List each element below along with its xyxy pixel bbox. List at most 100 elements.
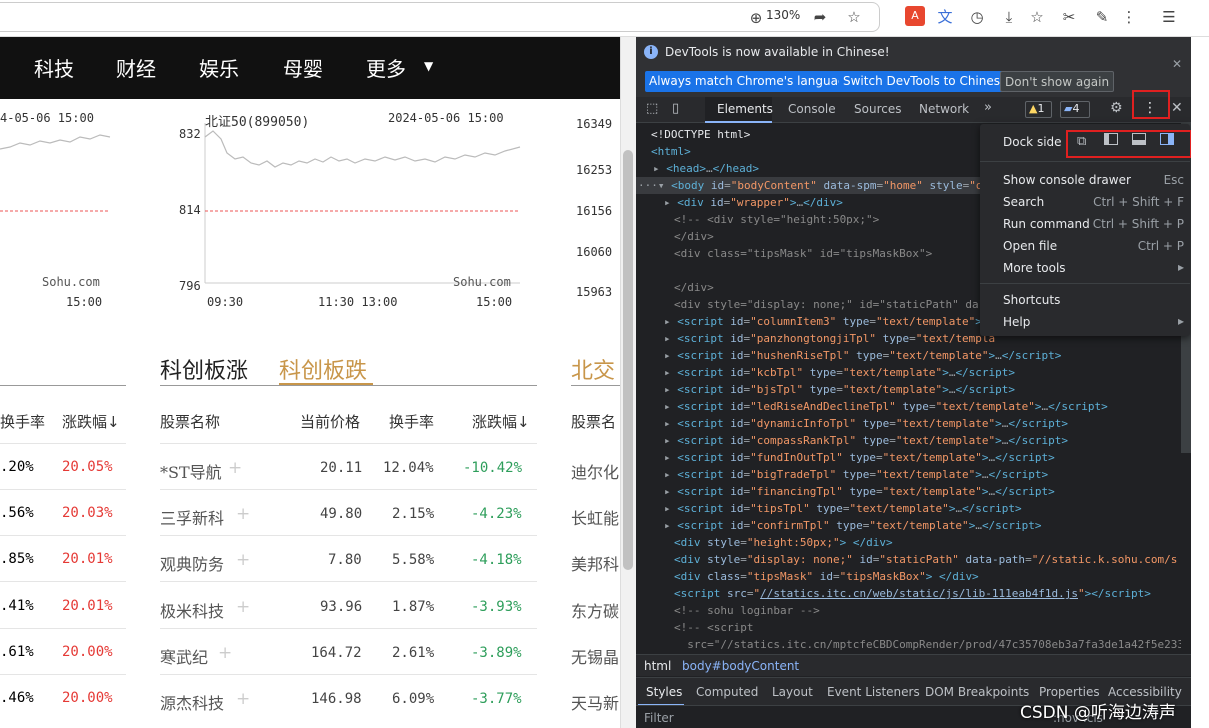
dom-line[interactable]: ▸ <script id="fundInOutTpl" type="text/t… bbox=[636, 449, 1055, 466]
menu-open-file[interactable]: Open file bbox=[1003, 239, 1057, 253]
translate-icon[interactable]: 文 bbox=[933, 5, 957, 29]
column-header-turnover[interactable]: 换手率 bbox=[389, 411, 434, 432]
tab-styles-label[interactable]: Styles bbox=[646, 685, 682, 699]
zoom-icon[interactable]: ⊕ bbox=[744, 6, 768, 30]
browser-menu-icon[interactable]: ☰ bbox=[1157, 5, 1181, 29]
close-devtools-icon[interactable]: ✕ bbox=[1171, 100, 1183, 116]
table-row[interactable]: 极米科技 + 93.96 1.87% -3.93% bbox=[160, 597, 537, 621]
screenshot-scissors-icon[interactable]: ✂ bbox=[1057, 5, 1081, 29]
stock-name[interactable]: 极米科技 bbox=[160, 598, 224, 622]
dom-line[interactable]: ▸ <script id="compassRankTpl" type="text… bbox=[636, 432, 1068, 449]
chevron-down-icon[interactable]: ▼ bbox=[424, 59, 433, 73]
tab-star-market-gainers[interactable]: 科创板涨 bbox=[160, 353, 248, 385]
download-icon[interactable]: ⤓ bbox=[997, 5, 1021, 29]
nav-item-finance[interactable]: 财经 bbox=[116, 53, 156, 82]
stock-name[interactable]: 观典防务 bbox=[160, 551, 224, 575]
dom-line[interactable]: ▸ <script id="kcbTpl" type="text/templat… bbox=[636, 364, 1015, 381]
inspect-element-icon[interactable]: ⬚ bbox=[646, 101, 658, 116]
stock-name[interactable]: 三孚新科 bbox=[160, 505, 224, 529]
add-icon[interactable]: + bbox=[236, 550, 250, 570]
table-row[interactable]: 源杰科技 + 146.98 6.09% -3.77% bbox=[160, 689, 537, 713]
always-match-language-button[interactable]: Always match Chrome's language bbox=[645, 71, 857, 92]
stock-name[interactable]: 无锡晶 bbox=[571, 644, 619, 668]
more-tabs-icon[interactable]: » bbox=[984, 100, 992, 115]
stock-name[interactable]: 寒武纪 bbox=[160, 644, 208, 668]
dom-line[interactable]: </div> bbox=[636, 228, 714, 245]
collections-star-icon[interactable]: ☆ bbox=[1025, 5, 1049, 29]
breadcrumb-html[interactable]: html bbox=[644, 659, 671, 673]
tab-network[interactable]: Network bbox=[919, 102, 969, 116]
dom-line[interactable]: ▸ <script id="panzhongtongjiTpl" type="t… bbox=[636, 330, 995, 347]
nav-item-parenting[interactable]: 母婴 bbox=[283, 53, 323, 82]
tab-console[interactable]: Console bbox=[788, 102, 836, 116]
tab-bse[interactable]: 北交 bbox=[571, 353, 615, 385]
warnings-badge[interactable]: ▲1 bbox=[1025, 101, 1052, 118]
close-icon[interactable]: ✕ bbox=[1172, 57, 1182, 71]
menu-search[interactable]: Search bbox=[1003, 195, 1044, 209]
dom-line[interactable]: ▸ <script id="bigTradeTpl" type="text/te… bbox=[636, 466, 1048, 483]
column-header[interactable]: 换手率 bbox=[0, 411, 45, 432]
stock-name[interactable]: 美邦科 bbox=[571, 551, 619, 575]
nav-item-more[interactable]: 更多 bbox=[366, 53, 406, 82]
dom-line[interactable]: <div style="display: none;" id="staticPa… bbox=[636, 551, 1177, 568]
dom-line[interactable]: <script src="//statics.itc.cn/web/static… bbox=[636, 585, 1151, 602]
column-header-sort[interactable]: 涨跌幅↓ bbox=[62, 411, 120, 432]
dom-line[interactable]: ▸ <head>…</head> bbox=[636, 160, 759, 177]
dom-line[interactable]: src="//statics.itc.cn/mptcfeCBDCompRende… bbox=[636, 636, 1181, 653]
tab-computed[interactable]: Computed bbox=[696, 685, 758, 699]
dom-line[interactable]: <html> bbox=[636, 143, 691, 160]
stock-name[interactable]: 迪尔化 bbox=[571, 459, 619, 483]
dom-line[interactable]: </div> bbox=[636, 279, 714, 296]
dont-show-again-button[interactable]: Don't show again bbox=[1000, 71, 1115, 92]
menu-help[interactable]: Help bbox=[1003, 315, 1030, 329]
tab-dom-breakpoints[interactable]: DOM Breakpoints bbox=[925, 685, 1029, 699]
dom-line[interactable]: <!-- <div style="height:50px;"> bbox=[636, 211, 879, 228]
dom-line[interactable]: ▸ <script id="tipsTpl" type="text/templa… bbox=[636, 500, 1022, 517]
tab-star-market-losers[interactable]: 科创板跌 bbox=[279, 353, 367, 385]
menu-more-tools[interactable]: More tools bbox=[1003, 261, 1066, 275]
zoom-level[interactable]: 130% bbox=[766, 8, 800, 22]
extensions-more-icon[interactable]: ⋮ bbox=[1117, 5, 1141, 29]
favorite-star-icon[interactable]: ☆ bbox=[842, 5, 866, 29]
dom-line[interactable]: <!-- sohu loginbar --> bbox=[636, 602, 820, 619]
dom-line-selected[interactable]: ···▾ <body id="bodyContent" data-spm="ho… bbox=[636, 177, 996, 194]
gear-icon[interactable]: ⚙ bbox=[1110, 100, 1123, 116]
tab-properties[interactable]: Properties bbox=[1039, 685, 1100, 699]
dom-line[interactable]: ▸ <div id="wrapper">…</div> bbox=[636, 194, 843, 211]
column-header-name[interactable]: 股票名 bbox=[571, 411, 616, 432]
add-icon[interactable]: + bbox=[228, 458, 242, 478]
stock-name[interactable]: 天马新 bbox=[571, 690, 619, 714]
page-scrollbar-thumb[interactable] bbox=[623, 150, 633, 570]
issues-badge[interactable]: ▰4 bbox=[1060, 101, 1090, 118]
draw-icon[interactable]: ✎ bbox=[1090, 5, 1114, 29]
pdf-extension-icon[interactable]: A bbox=[905, 6, 925, 26]
device-toolbar-icon[interactable]: ▯ bbox=[672, 101, 679, 116]
dom-line[interactable]: <div class="tipsMask" id="tipsMaskBox"> … bbox=[636, 568, 979, 585]
menu-run-command[interactable]: Run command bbox=[1003, 217, 1090, 231]
menu-shortcuts[interactable]: Shortcuts bbox=[1003, 293, 1060, 307]
add-icon[interactable]: + bbox=[236, 689, 250, 709]
dom-line[interactable]: ▸ <script id="bjsTpl" type="text/templat… bbox=[636, 381, 1015, 398]
stock-name[interactable]: 东方碳 bbox=[571, 598, 619, 622]
share-icon[interactable]: ➦ bbox=[808, 5, 832, 29]
filter-input[interactable]: Filter bbox=[644, 711, 674, 725]
dom-line[interactable]: ▸ <script id="hushenRiseTpl" type="text/… bbox=[636, 347, 1061, 364]
switch-to-chinese-button[interactable]: Switch DevTools to Chinese bbox=[839, 71, 1012, 92]
tab-elements-label[interactable]: Elements bbox=[717, 102, 773, 116]
add-icon[interactable]: + bbox=[236, 504, 250, 524]
table-row[interactable]: *ST导航 + 20.11 12.04% -10.42% bbox=[160, 458, 537, 482]
table-row[interactable]: 观典防务 + 7.80 5.58% -4.18% bbox=[160, 550, 537, 574]
dom-line[interactable]: <div class="tipsMask" id="tipsMaskBox"> bbox=[636, 245, 932, 262]
dom-line[interactable]: ▸ <script id="columnItem3" type="text/te… bbox=[636, 313, 982, 330]
stock-name[interactable]: *ST导航 bbox=[160, 459, 222, 483]
tab-layout[interactable]: Layout bbox=[772, 685, 813, 699]
stock-name[interactable]: 源杰科技 bbox=[160, 690, 224, 714]
table-row[interactable]: 三孚新科 + 49.80 2.15% -4.23% bbox=[160, 504, 537, 528]
dom-line[interactable]: ▸ <script id="dynamicInfoTpl" type="text… bbox=[636, 415, 1068, 432]
nav-item-entertainment[interactable]: 娱乐 bbox=[199, 53, 239, 82]
column-header-name[interactable]: 股票名称 bbox=[160, 411, 220, 432]
add-icon[interactable]: + bbox=[236, 597, 250, 617]
stock-name[interactable]: 长虹能 bbox=[571, 505, 619, 529]
tab-sources[interactable]: Sources bbox=[854, 102, 901, 116]
dom-line[interactable]: <!-- <script bbox=[636, 619, 753, 636]
